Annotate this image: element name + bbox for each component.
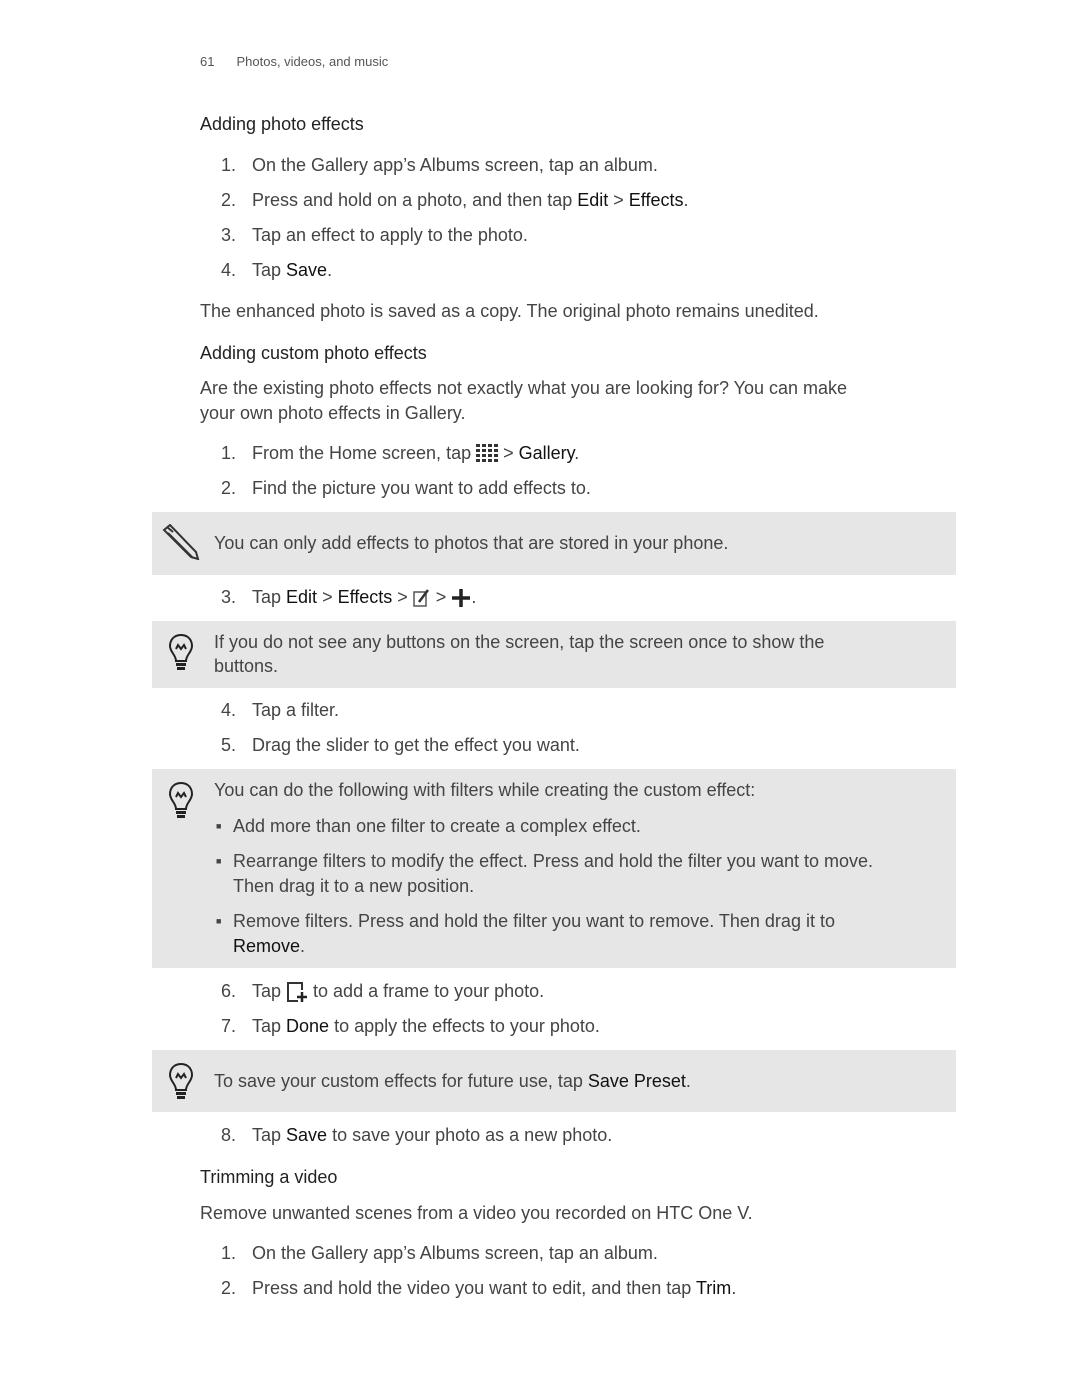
step-text: Tap Done to apply the effects to your ph… bbox=[252, 1014, 600, 1038]
step-number: 4. bbox=[220, 260, 236, 280]
step-number: 8. bbox=[220, 1125, 236, 1145]
step-text: From the Home screen, tap > Gallery. bbox=[252, 441, 579, 465]
text-run: . bbox=[574, 443, 580, 463]
tip-text: You can do the following with filters wh… bbox=[214, 780, 756, 800]
step-text: Tap Save. bbox=[252, 258, 332, 282]
paragraph: Are the existing photo effects not exact… bbox=[200, 378, 848, 398]
step-number: 5. bbox=[220, 735, 236, 755]
page-header: 61 Photos, videos, and music bbox=[200, 50, 388, 74]
step-text: Press and hold on a photo, and then tap … bbox=[252, 188, 689, 212]
step-number: 3. bbox=[220, 587, 236, 607]
step-number: 1. bbox=[220, 443, 236, 463]
bullet-text: Add more than one filter to create a com… bbox=[233, 816, 641, 836]
step-number: 6. bbox=[220, 981, 236, 1001]
lightbulb-icon bbox=[168, 633, 194, 670]
text-run: From the Home screen, tap bbox=[252, 443, 477, 463]
app-grid-icon bbox=[476, 444, 499, 463]
step-text: Tap a filter. bbox=[252, 700, 340, 720]
tip-text: To save your custom effects for future u… bbox=[214, 1069, 691, 1093]
bullet-text: Then drag it to a new position. bbox=[233, 876, 475, 896]
text-run: Press and hold the video you want to edi… bbox=[252, 1278, 696, 1298]
text-run: > bbox=[317, 587, 338, 607]
text-run: > bbox=[392, 587, 413, 607]
text-run: Remove bbox=[233, 936, 301, 956]
heading-adding-photo-effects: Adding photo effects bbox=[200, 114, 364, 134]
step-number: 2. bbox=[220, 478, 236, 498]
text-run: Gallery bbox=[518, 443, 575, 463]
text-run: to apply the effects to your photo. bbox=[329, 1016, 600, 1036]
step-number: 2. bbox=[220, 1278, 236, 1298]
text-run: To save your custom effects for future u… bbox=[214, 1071, 588, 1091]
text-run: > bbox=[498, 443, 519, 463]
text-run: Effects bbox=[337, 587, 393, 607]
text-run: to add a frame to your photo. bbox=[308, 981, 545, 1001]
bullet-text: Remove. bbox=[233, 934, 305, 958]
step-text: Tap Edit > Effects > > . bbox=[252, 585, 476, 609]
tip-text: If you do not see any buttons on the scr… bbox=[214, 632, 825, 652]
text-run: Tap bbox=[252, 981, 287, 1001]
text-run: Save bbox=[286, 1125, 328, 1145]
text-run: Tap bbox=[252, 1125, 287, 1145]
tip-text: buttons. bbox=[214, 656, 279, 676]
page-number: 61 bbox=[200, 54, 215, 69]
note-text: You can only add effects to photos that … bbox=[214, 533, 729, 553]
text-run: . bbox=[731, 1278, 737, 1298]
step-text: On the Gallery app’s Albums screen, tap … bbox=[252, 155, 658, 175]
step-number: 3. bbox=[220, 225, 236, 245]
text-run: Press and hold on a photo, and then tap bbox=[252, 190, 578, 210]
text-run: > bbox=[430, 587, 452, 607]
text-run: . bbox=[471, 587, 477, 607]
bullet-text: Rearrange filters to modify the effect. … bbox=[233, 851, 873, 871]
text-run: . bbox=[685, 1071, 691, 1091]
step-text: Find the picture you want to add effects… bbox=[252, 478, 591, 498]
text-run: Save Preset bbox=[587, 1071, 686, 1091]
step-text: Press and hold the video you want to edi… bbox=[252, 1276, 736, 1300]
text-run: Effects bbox=[628, 190, 684, 210]
step-number: 1. bbox=[220, 1243, 236, 1263]
edit-icon bbox=[413, 589, 429, 607]
text-run: Edit bbox=[577, 190, 609, 210]
text-run: to save your photo as a new photo. bbox=[327, 1125, 613, 1145]
text-run: Done bbox=[286, 1016, 330, 1036]
bullet: ■ bbox=[216, 821, 222, 831]
plus-icon bbox=[452, 589, 471, 608]
text-run: Save bbox=[286, 260, 328, 280]
step-number: 4. bbox=[220, 700, 236, 720]
text-run: . bbox=[300, 936, 306, 956]
text-run: . bbox=[683, 190, 689, 210]
text-run: . bbox=[327, 260, 333, 280]
bullet-text: Remove filters. Press and hold the filte… bbox=[233, 911, 835, 931]
frame-add-icon bbox=[287, 982, 308, 1003]
paragraph: Remove unwanted scenes from a video you … bbox=[200, 1203, 753, 1223]
heading-adding-custom-photo-effects: Adding custom photo effects bbox=[200, 343, 427, 363]
bullet: ■ bbox=[216, 916, 222, 926]
text-run: Edit bbox=[286, 587, 318, 607]
step-text: Tap Save to save your photo as a new pho… bbox=[252, 1123, 612, 1147]
heading-trimming-a-video: Trimming a video bbox=[200, 1167, 338, 1187]
text-run: > bbox=[608, 190, 629, 210]
step-text: Drag the slider to get the effect you wa… bbox=[252, 735, 580, 755]
text-run: Trim bbox=[695, 1278, 732, 1298]
step-number: 7. bbox=[220, 1016, 236, 1036]
section-title: Photos, videos, and music bbox=[236, 54, 389, 69]
step-number: 1. bbox=[220, 155, 236, 175]
text-run: Tap bbox=[252, 260, 287, 280]
text-run: Tap bbox=[252, 1016, 287, 1036]
document-page: 61 Photos, videos, and music Adding photo… bbox=[0, 0, 1080, 1397]
step-number: 2. bbox=[220, 190, 236, 210]
lightbulb-icon bbox=[168, 1062, 194, 1099]
step-text: Tap to add a frame to your photo. bbox=[252, 979, 544, 1003]
paragraph: your own photo effects in Gallery. bbox=[200, 403, 466, 423]
bullet: ■ bbox=[216, 856, 222, 866]
paragraph: The enhanced photo is saved as a copy. T… bbox=[200, 301, 819, 321]
lightbulb-icon bbox=[168, 781, 194, 818]
step-text: On the Gallery app’s Albums screen, tap … bbox=[252, 1243, 658, 1263]
step-text: Tap an effect to apply to the photo. bbox=[252, 225, 528, 245]
text-run: Tap bbox=[252, 587, 287, 607]
pencil-icon bbox=[162, 524, 200, 560]
